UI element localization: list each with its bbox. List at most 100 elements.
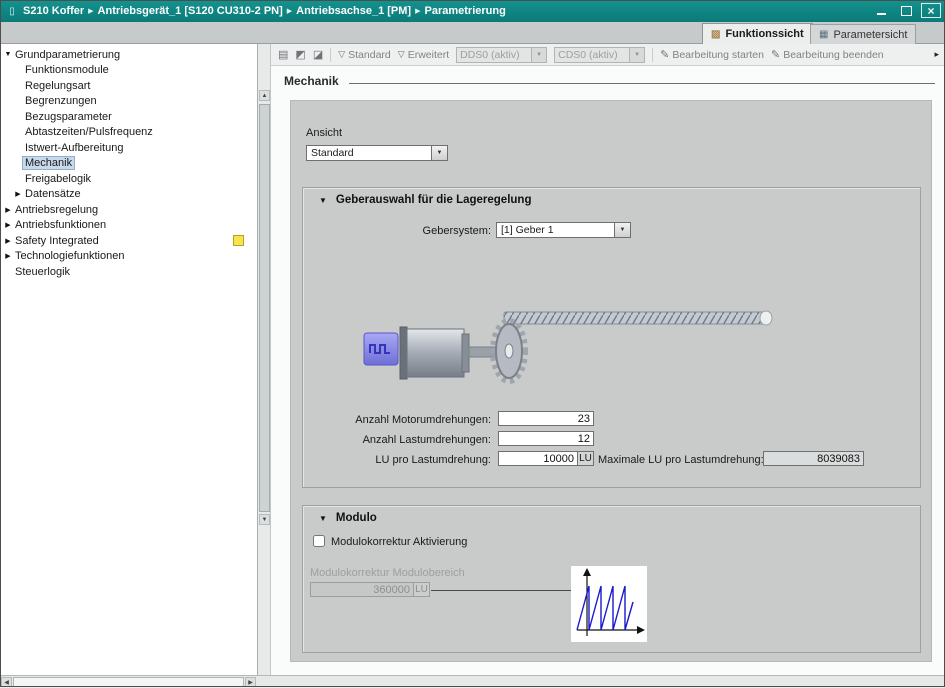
lu-pro-lastumdrehung-input[interactable]: [498, 451, 578, 466]
sidebar-item-mechanik[interactable]: Mechanik: [0, 156, 257, 172]
close-button[interactable]: ×: [921, 3, 941, 18]
sidebar-item-regelungsart[interactable]: Regelungsart: [0, 78, 257, 94]
filter-erweitert-icon: ▽: [398, 49, 405, 60]
title-rule: [349, 83, 935, 84]
tab-funktionssicht-label: Funktionssicht: [725, 28, 803, 40]
lastumdrehungen-label: Anzahl Lastumdrehungen:: [303, 433, 491, 448]
page-title: Mechanik: [284, 74, 339, 88]
modulokorrektur-checkbox-label: Modulokorrektur Aktivierung: [331, 536, 467, 548]
expander-icon[interactable]: ▶: [3, 206, 13, 214]
tree-item-label: Bezugsparameter: [23, 111, 114, 123]
next-mask-icon[interactable]: ◪: [313, 48, 323, 61]
geberauswahl-title: Geberauswahl für die Lageregelung: [336, 194, 532, 206]
scroll-down-button[interactable]: ▼: [259, 514, 270, 525]
sidebar-item-grundparametrierung[interactable]: ▼ Grundparametrierung: [0, 47, 257, 63]
expander-icon[interactable]: ▼: [3, 51, 13, 58]
expander-icon[interactable]: ▶: [3, 237, 13, 245]
motorumdrehungen-input[interactable]: [498, 411, 594, 426]
pencil-off-icon: ✎: [771, 48, 780, 61]
modulobereich-label: Modulokorrektur Modulobereich: [310, 566, 465, 581]
modulo-title: Modulo: [336, 512, 377, 524]
breadcrumb-separator-icon: ▶: [287, 7, 292, 15]
horizontal-scroll-thumb[interactable]: [13, 677, 244, 687]
dropdown-arrow-icon[interactable]: ▼: [431, 146, 447, 160]
ansicht-dropdown[interactable]: Standard ▼: [306, 145, 448, 161]
gebersystem-dropdown[interactable]: [1] Geber 1 ▼: [496, 222, 631, 238]
sidebar-item-technologiefunktionen[interactable]: ▶ Technologiefunktionen: [0, 249, 257, 265]
sidebar-item-antriebsregelung[interactable]: ▶ Antriebsregelung: [0, 202, 257, 218]
tab-funktionssicht[interactable]: ▨ Funktionssicht: [702, 23, 813, 44]
modulobereich-unit-label: LU: [413, 582, 430, 597]
dds-dropdown[interactable]: DDS0 (aktiv) ▼: [456, 47, 547, 63]
tree-horizontal-scrollbar: ◀ ▶: [0, 675, 258, 687]
breadcrumb-separator-icon: ▶: [88, 7, 93, 15]
standard-view-button[interactable]: ▽ Standard: [338, 49, 391, 61]
sidebar-item-freigabelogik[interactable]: Freigabelogik: [0, 171, 257, 187]
breadcrumb-item-parametrierung[interactable]: Parametrierung: [425, 5, 506, 17]
max-lu-readonly-field: [763, 451, 864, 466]
tree-item-label: Safety Integrated: [13, 235, 101, 247]
tree-item-label: Steuerlogik: [13, 266, 72, 278]
geberauswahl-header[interactable]: ▼ Geberauswahl für die Lageregelung: [319, 194, 531, 206]
edit-start-button[interactable]: ✎ Bearbeitung starten: [660, 48, 764, 61]
toolbar-separator: [652, 48, 653, 62]
maximize-button[interactable]: [896, 3, 916, 18]
sidebar-item-steuerlogik[interactable]: Steuerlogik: [0, 264, 257, 280]
modulo-header[interactable]: ▼ Modulo: [319, 512, 377, 524]
expander-icon[interactable]: ▶: [3, 221, 13, 229]
sidebar-item-bezugsparameter[interactable]: Bezugsparameter: [0, 109, 257, 125]
collapse-icon[interactable]: ▼: [319, 196, 327, 205]
tab-parametersicht[interactable]: ▦ Parametersicht: [810, 24, 916, 44]
scroll-up-button[interactable]: ▲: [259, 90, 270, 101]
erweitert-view-label: Erweitert: [408, 49, 449, 61]
vertical-scroll-thumb[interactable]: [259, 104, 270, 512]
tab-parametersicht-label: Parametersicht: [833, 29, 907, 41]
sidebar-item-antriebsfunktionen[interactable]: ▶ Antriebsfunktionen: [0, 218, 257, 234]
minimize-button[interactable]: [871, 3, 891, 18]
breadcrumb-item-project[interactable]: S210 Koffer: [23, 5, 84, 17]
ansicht-dropdown-value: Standard: [307, 146, 431, 160]
modulo-sawtooth-graphic: [571, 566, 647, 642]
tree-item-label: Begrenzungen: [23, 95, 99, 107]
sidebar-item-datensaetze[interactable]: ▶ Datensätze: [0, 187, 257, 203]
expander-icon[interactable]: ▶: [3, 252, 13, 260]
lu-unit-label: LU: [577, 451, 594, 466]
function-view-toolbar: ▤ ◩ ◪ ▽ Standard ▽ Erweitert DDS0 (aktiv…: [271, 44, 945, 66]
function-diagram-icon[interactable]: ▤: [278, 48, 288, 61]
cds-dropdown[interactable]: CDS0 (aktiv) ▼: [554, 47, 645, 63]
funktionssicht-icon: ▨: [711, 29, 720, 40]
pencil-icon: ✎: [660, 48, 669, 61]
toolbar-overflow-icon[interactable]: ▸: [934, 49, 939, 60]
dropdown-arrow-icon[interactable]: ▼: [629, 48, 644, 62]
erweitert-view-button[interactable]: ▽ Erweitert: [398, 49, 449, 61]
edit-end-button[interactable]: ✎ Bearbeitung beenden: [771, 48, 884, 61]
breadcrumb-item-device[interactable]: Antriebsgerät_1 [S120 CU310-2 PN]: [98, 5, 283, 17]
sidebar-item-abtastzeiten-pulsfrequenz[interactable]: Abtastzeiten/Pulsfrequenz: [0, 125, 257, 141]
previous-mask-icon[interactable]: ◩: [295, 48, 305, 61]
tree-item-label: Funktionsmodule: [23, 64, 111, 76]
gebersystem-label: Gebersystem:: [331, 224, 491, 239]
maximize-icon: [901, 6, 912, 16]
scroll-right-button[interactable]: ▶: [245, 677, 256, 687]
tree-item-label: Regelungsart: [23, 80, 92, 92]
modulokorrektur-checkbox[interactable]: [313, 535, 325, 547]
lu-pro-lastumdrehung-label: LU pro Lastumdrehung:: [303, 453, 491, 468]
scroll-left-button[interactable]: ◀: [1, 677, 12, 687]
breadcrumb-item-axis[interactable]: Antriebsachse_1 [PM]: [296, 5, 411, 17]
tree-item-label-selected: Mechanik: [23, 157, 74, 169]
geberauswahl-group: ▼ Geberauswahl für die Lageregelung Gebe…: [302, 187, 921, 488]
title-bar: ▯ S210 Koffer ▶ Antriebsgerät_1 [S120 CU…: [0, 0, 945, 22]
standard-view-label: Standard: [348, 49, 391, 61]
sidebar-item-funktionsmodule[interactable]: Funktionsmodule: [0, 63, 257, 79]
dropdown-arrow-icon[interactable]: ▼: [531, 48, 546, 62]
sidebar-item-istwert-aufbereitung[interactable]: Istwert-Aufbereitung: [0, 140, 257, 156]
expander-icon[interactable]: ▶: [13, 190, 23, 198]
view-tabstrip: ▨ Funktionssicht ▦ Parametersicht: [0, 22, 945, 44]
modulobereich-input: [310, 582, 414, 597]
collapse-icon[interactable]: ▼: [319, 514, 327, 523]
lastumdrehungen-input[interactable]: [498, 431, 594, 446]
sidebar-item-safety-integrated[interactable]: ▶ Safety Integrated: [0, 233, 257, 249]
dropdown-arrow-icon[interactable]: ▼: [614, 223, 630, 237]
signal-connector-line: [431, 590, 571, 591]
sidebar-item-begrenzungen[interactable]: Begrenzungen: [0, 94, 257, 110]
